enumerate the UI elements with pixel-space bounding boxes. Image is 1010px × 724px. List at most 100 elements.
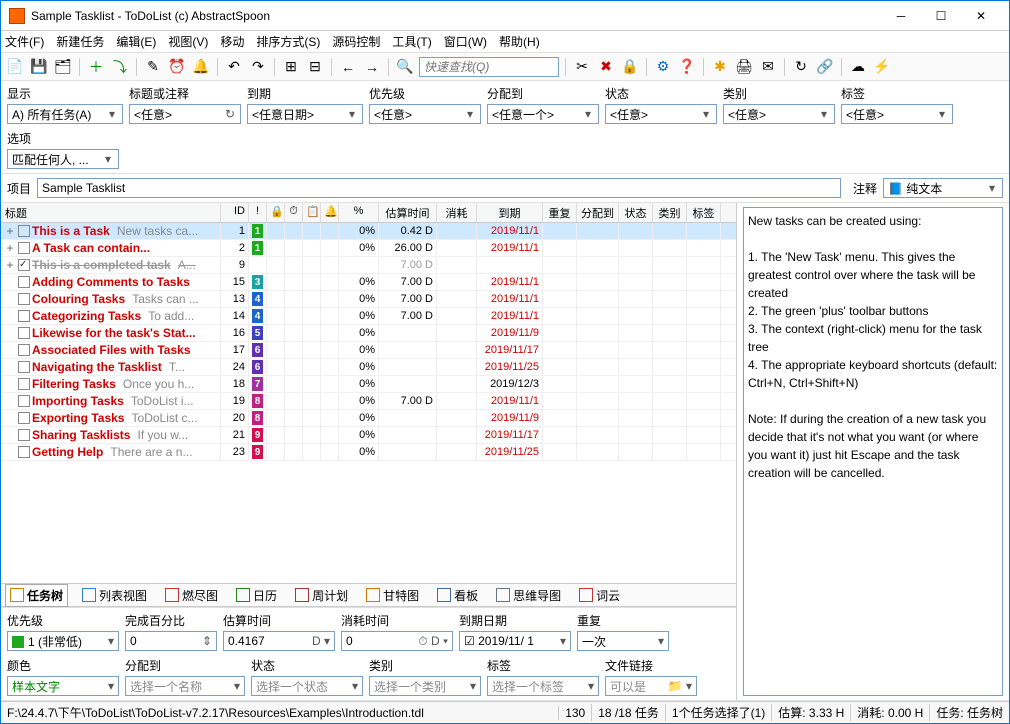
filter-option[interactable]: 匹配任何人, ...▾ xyxy=(7,149,119,169)
task-row[interactable]: Likewise for the task's Stat... 1650%201… xyxy=(1,325,736,342)
task-checkbox[interactable] xyxy=(18,327,30,339)
task-row[interactable]: Importing Tasks ToDoList i...1980%7.00 D… xyxy=(1,393,736,410)
col-spent[interactable]: 消耗 xyxy=(437,203,477,222)
viewtab-周计划[interactable]: 周计划 xyxy=(291,585,352,606)
add-task-icon[interactable]: ＋ xyxy=(86,57,106,77)
expand-icon[interactable]: ⊞ xyxy=(281,57,301,77)
edit-icon[interactable]: ✎ xyxy=(143,57,163,77)
comments-textarea[interactable]: New tasks can be created using:1. The 'N… xyxy=(743,207,1003,696)
attr-spent[interactable]: 0⏱ D ▾ xyxy=(341,631,453,651)
col-est[interactable]: 估算时间 xyxy=(379,203,437,222)
viewtab-列表视图[interactable]: 列表视图 xyxy=(78,585,151,606)
attr-color[interactable]: 样本文字▾ xyxy=(7,676,119,696)
task-row[interactable]: Associated Files with Tasks 1760%2019/11… xyxy=(1,342,736,359)
viewtab-词云[interactable]: 词云 xyxy=(575,585,624,606)
menu-edit[interactable]: 编辑(E) xyxy=(116,33,156,50)
task-checkbox[interactable] xyxy=(18,361,30,373)
menu-source[interactable]: 源码控制 xyxy=(332,33,380,50)
col-stat[interactable]: 状态 xyxy=(619,203,653,222)
menu-window[interactable]: 窗口(W) xyxy=(444,33,487,50)
col-rep[interactable]: 重复 xyxy=(543,203,577,222)
refresh-icon[interactable]: ↻ xyxy=(791,57,811,77)
cloud-icon[interactable]: ☁ xyxy=(848,57,868,77)
bolt-icon[interactable]: ⚡ xyxy=(872,57,892,77)
attr-est[interactable]: 0.4167D ▾ xyxy=(223,631,335,651)
task-checkbox[interactable] xyxy=(18,446,30,458)
delete-icon[interactable]: ✖ xyxy=(596,57,616,77)
attr-category[interactable]: 选择一个类别▾ xyxy=(369,676,481,696)
star-icon[interactable]: ✱ xyxy=(710,57,730,77)
cut-icon[interactable]: ✂ xyxy=(572,57,592,77)
mail-icon[interactable]: ✉ xyxy=(758,57,778,77)
filter-assigned[interactable]: <任意一个>▾ xyxy=(487,104,599,124)
col-title[interactable]: 标题 xyxy=(1,203,221,222)
col-assign[interactable]: 分配到 xyxy=(577,203,619,222)
col-book-icon[interactable]: 📋 xyxy=(303,203,321,222)
quickfind-input[interactable] xyxy=(419,57,559,77)
col-lock-icon[interactable]: 🔒 xyxy=(267,203,285,222)
attr-repeat[interactable]: 一次▾ xyxy=(577,631,669,651)
task-row[interactable]: Getting Help There are a n...2390%2019/1… xyxy=(1,444,736,461)
col-tag[interactable]: 标签 xyxy=(687,203,721,222)
help-icon[interactable]: ❓ xyxy=(677,57,697,77)
undo-icon[interactable]: ↶ xyxy=(224,57,244,77)
task-checkbox[interactable] xyxy=(18,310,30,322)
viewtab-看板[interactable]: 看板 xyxy=(433,585,482,606)
task-checkbox[interactable] xyxy=(18,344,30,356)
lock-icon[interactable]: 🔒 xyxy=(620,57,640,77)
viewtab-甘特图[interactable]: 甘特图 xyxy=(362,585,423,606)
add-subtask-icon[interactable]: ⤵ xyxy=(110,57,130,77)
viewtab-燃尽图[interactable]: 燃尽图 xyxy=(161,585,222,606)
attr-due[interactable]: ☑ 2019/11/ 1▾ xyxy=(459,631,571,651)
task-checkbox[interactable] xyxy=(18,242,30,254)
task-row[interactable]: Categorizing Tasks To add...1440%7.00 D2… xyxy=(1,308,736,325)
task-row[interactable]: Sharing Tasklists If you w...2190%2019/1… xyxy=(1,427,736,444)
attr-priority[interactable]: 1 (非常低)▾ xyxy=(7,631,119,651)
grid-body[interactable]: +This is a Task New tasks ca...110%0.42 … xyxy=(1,223,736,583)
task-row[interactable]: +A Task can contain... 210%26.00 D2019/1… xyxy=(1,240,736,257)
task-row[interactable]: Navigating the Tasklist T...2460%2019/11… xyxy=(1,359,736,376)
col-clock-icon[interactable]: ⏱ xyxy=(285,203,303,222)
new-file-icon[interactable]: 📄 xyxy=(5,57,25,77)
col-id[interactable]: ID xyxy=(221,203,249,222)
gear-icon[interactable]: ⚙ xyxy=(653,57,673,77)
minimize-button[interactable]: ─ xyxy=(881,3,921,29)
maximize-button[interactable]: ☐ xyxy=(921,3,961,29)
find-icon[interactable]: 🔍 xyxy=(395,57,415,77)
project-name-input[interactable] xyxy=(37,178,841,198)
attr-assigned[interactable]: 选择一个名称▾ xyxy=(125,676,245,696)
task-checkbox[interactable] xyxy=(18,259,30,271)
task-row[interactable]: Filtering Tasks Once you h...1870%2019/1… xyxy=(1,376,736,393)
reminder-icon[interactable]: 🔔 xyxy=(191,57,211,77)
print-icon[interactable]: 🖨 xyxy=(734,57,754,77)
col-due[interactable]: 到期 xyxy=(477,203,543,222)
link-icon[interactable]: 🔗 xyxy=(815,57,835,77)
task-checkbox[interactable] xyxy=(18,225,30,237)
close-button[interactable]: ✕ xyxy=(961,3,1001,29)
viewtab-日历[interactable]: 日历 xyxy=(232,585,281,606)
attr-status[interactable]: 选择一个状态▾ xyxy=(251,676,363,696)
saveall-icon[interactable]: 🗂 xyxy=(53,57,73,77)
filter-display[interactable]: A) 所有任务(A)▾ xyxy=(7,104,123,124)
clock-icon[interactable]: ⏰ xyxy=(167,57,187,77)
task-row[interactable]: Exporting Tasks ToDoList c...2080%2019/1… xyxy=(1,410,736,427)
col-flag-icon[interactable]: ! xyxy=(249,203,267,222)
col-bell-icon[interactable]: 🔔 xyxy=(321,203,339,222)
task-checkbox[interactable] xyxy=(18,293,30,305)
filter-tag[interactable]: <任意>▾ xyxy=(841,104,953,124)
task-checkbox[interactable] xyxy=(18,412,30,424)
menu-tools[interactable]: 工具(T) xyxy=(392,33,431,50)
next-icon[interactable]: → xyxy=(362,57,382,77)
col-cat[interactable]: 类别 xyxy=(653,203,687,222)
menu-sort[interactable]: 排序方式(S) xyxy=(256,33,320,50)
redo-icon[interactable]: ↷ xyxy=(248,57,268,77)
menu-move[interactable]: 移动 xyxy=(220,33,244,50)
task-checkbox[interactable] xyxy=(18,429,30,441)
menu-view[interactable]: 视图(V) xyxy=(168,33,208,50)
menu-file[interactable]: 文件(F) xyxy=(5,33,44,50)
menu-newtask[interactable]: 新建任务 xyxy=(56,33,104,50)
menu-help[interactable]: 帮助(H) xyxy=(499,33,540,50)
task-row[interactable]: Colouring Tasks Tasks can ...1340%7.00 D… xyxy=(1,291,736,308)
save-icon[interactable]: 💾 xyxy=(29,57,49,77)
prev-icon[interactable]: ← xyxy=(338,57,358,77)
